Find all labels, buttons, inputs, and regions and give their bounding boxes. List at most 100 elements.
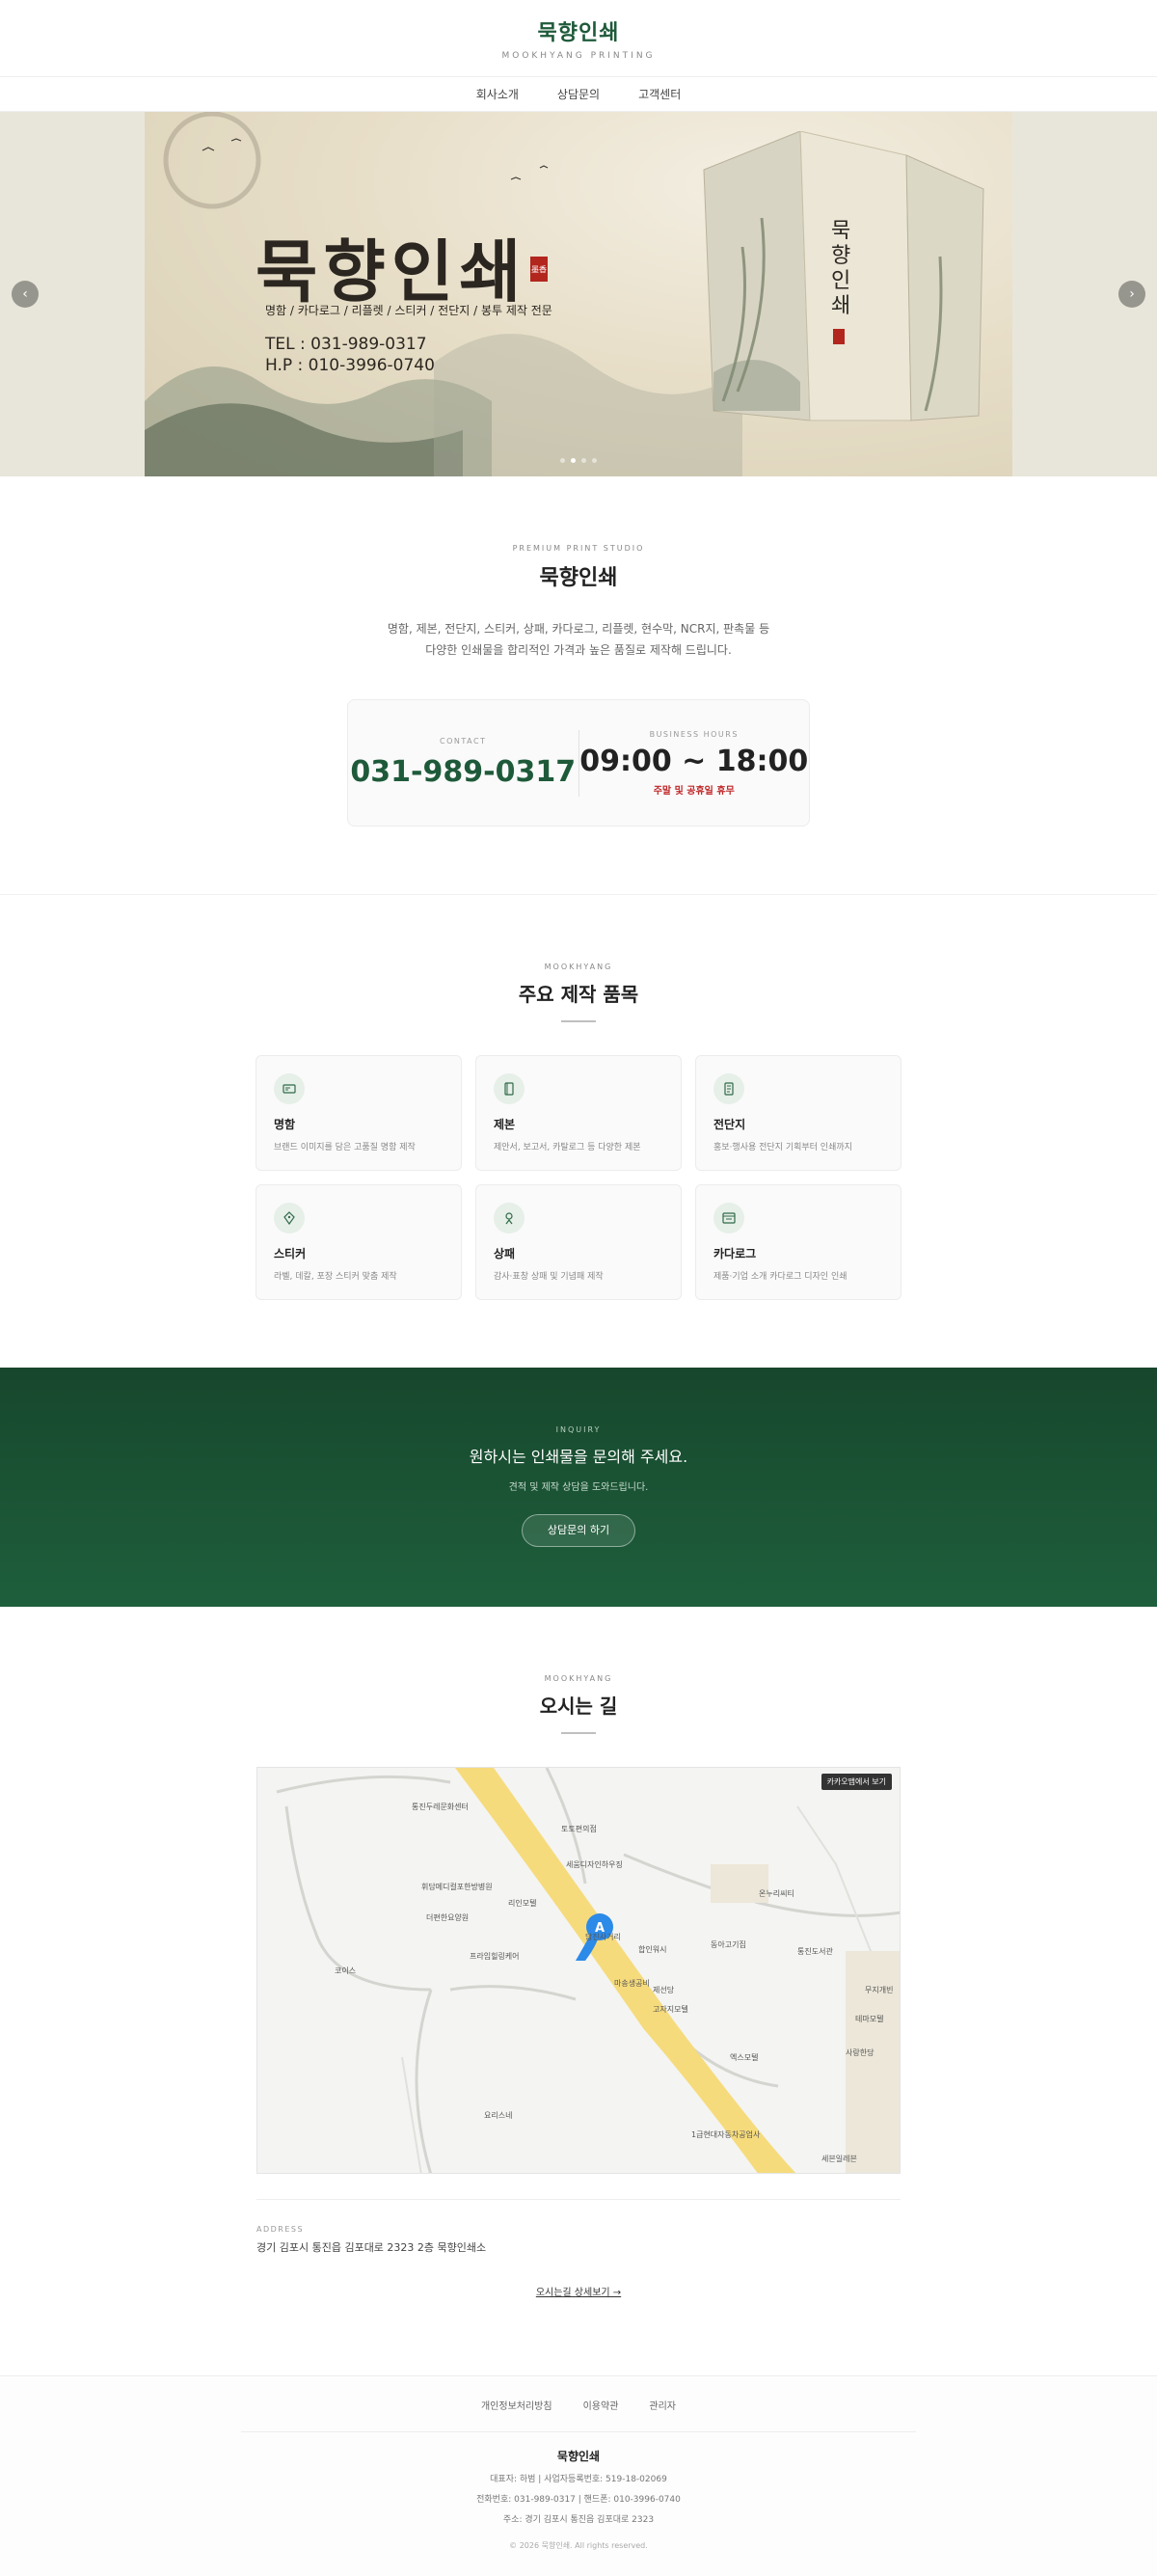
card-name: 상패 (494, 1247, 516, 1261)
product-card-sticker[interactable]: 스티커 라벨, 데칼, 포장 스티커 맞춤 제작 (256, 1184, 462, 1300)
slide-dot[interactable] (581, 458, 586, 463)
address-label: ADDRESS (256, 2225, 305, 2234)
brochure-title: 묵향인쇄 (831, 219, 850, 318)
hero-phone: TEL : 031-989-0317 H.P : 010-3996-0740 (265, 334, 435, 376)
book-icon (494, 1073, 525, 1104)
product-card-plaque[interactable]: 상패 감사·표창 상패 및 기념패 제작 (475, 1184, 682, 1300)
card-name: 명함 (274, 1118, 296, 1131)
footer-link-terms[interactable]: 이용약관 (583, 2398, 619, 2412)
product-card-namecard[interactable]: 명함 브랜드 이미지를 담은 고품질 명함 제작 (256, 1055, 462, 1171)
map-place-label: 온누리씨티 (759, 1889, 794, 1898)
map-place-label: 리인모텔 (508, 1899, 537, 1908)
map-place-label: 더편한요양원 (426, 1913, 470, 1922)
address-block: ADDRESS 경기 김포시 통진읍 김포대로 2323 2층 묵향인쇄소 (256, 2199, 901, 2255)
footer-contact-info: 전화번호: 031-989-0317 | 핸드폰: 010-3996-0740 (476, 2495, 681, 2505)
footer-link-privacy[interactable]: 개인정보처리방침 (481, 2398, 552, 2412)
award-icon (494, 1203, 525, 1234)
map-place-label: 세븐일레븐 (821, 2155, 857, 2163)
directions-detail-link[interactable]: 오시는길 상세보기 → (0, 2284, 1157, 2298)
inquiry-banner: INQUIRY 원하시는 인쇄물을 문의해 주세요. 견적 및 제작 상담을 도… (0, 1368, 1157, 1607)
product-grid: 명함 브랜드 이미지를 담은 고품질 명함 제작 제본 제안서, 보고서, 카탈… (256, 1055, 901, 1300)
hero-slider: 묵향인쇄 墨香 명함 / 카다로그 / 리플렛 / 스티커 / 전단지 / 봉투… (0, 112, 1157, 476)
title-divider (561, 1020, 596, 1022)
map-embed[interactable]: A 통진두레문화센터 토토편의점 세움디자인하우징 휘담메디컬포한방병원 리인모텔 더편한… (256, 1767, 901, 2174)
prev-slide-button[interactable]: ‹ (12, 281, 39, 308)
product-card-flyer[interactable]: 전단지 홍보·행사용 전단지 기획부터 인쇄까지 (695, 1055, 901, 1171)
intro-title: 묵향인쇄 (539, 566, 618, 590)
card-desc: 홍보·행사용 전단지 기획부터 인쇄까지 (713, 1143, 852, 1152)
tag-icon (274, 1203, 305, 1234)
card-desc: 감사·표창 상패 및 기념패 제작 (494, 1272, 604, 1282)
logo-subtitle: MOOKHYANG PRINTING (501, 51, 656, 61)
intro-text: 명함, 제본, 전단지, 스티커, 상패, 카다로그, 리플렛, 현수막, NC… (0, 618, 1157, 661)
business-hours-block: BUSINESS HOURS 09:00 ~ 18:00 주말 및 공휴일 휴무 (578, 729, 810, 797)
card-desc: 라벨, 데칼, 포장 스티커 맞춤 제작 (274, 1272, 397, 1282)
map-place-label: 세움디자인하우징 (566, 1860, 623, 1869)
map-place-label: 통진도서관 (797, 1947, 833, 1956)
address-text: 경기 김포시 통진읍 김포대로 2323 2층 묵향인쇄소 (256, 2241, 487, 2254)
catalog-icon (713, 1203, 744, 1234)
slide-dot[interactable] (560, 458, 565, 463)
location-eyebrow: MOOKHYANG (544, 1674, 613, 1683)
logo-title[interactable]: 묵향인쇄 (538, 15, 620, 46)
map-place-label: 엑스모텔 (730, 2053, 759, 2062)
slide-dot[interactable] (592, 458, 597, 463)
slide-dots (0, 458, 1157, 463)
card-name: 스티커 (274, 1247, 307, 1261)
contact-phone-block: CONTACT 031-989-0317 (348, 737, 578, 789)
hours-label: BUSINESS HOURS (649, 729, 739, 739)
main-nav: 회사소개 상담문의 고객센터 (0, 77, 1157, 112)
next-slide-button[interactable]: › (1118, 281, 1145, 308)
card-desc: 제품·기업 소개 카다로그 디자인 인쇄 (713, 1272, 848, 1282)
hero-hp: H.P : 010-3996-0740 (265, 356, 435, 375)
map-place-label: 요리스네 (484, 2111, 513, 2120)
location-title: 오시는 길 (539, 1695, 618, 1718)
brochure-illustration: 묵향인쇄 (703, 131, 984, 421)
footer-business-info: 대표자: 하범 | 사업자등록번호: 519-18-02069 (490, 2475, 667, 2484)
card-desc: 브랜드 이미지를 담은 고품질 명함 제작 (274, 1143, 416, 1152)
intro-text-line: 다양한 인쇄물을 합리적인 가격과 높은 품질로 제작해 드립니다. (425, 643, 732, 657)
product-card-binding[interactable]: 제본 제안서, 보고서, 카탈로그 등 다양한 제본 (475, 1055, 682, 1171)
nav-item-support[interactable]: 고객센터 (638, 86, 681, 102)
card-name: 카다로그 (713, 1247, 757, 1261)
intro-text-line: 명함, 제본, 전단지, 스티커, 상패, 카다로그, 리플렛, 현수막, NC… (387, 622, 770, 636)
inquiry-button[interactable]: 상담문의 하기 (522, 1514, 635, 1547)
map-place-label: 사랑한당 (846, 2048, 874, 2057)
map-place-label: 통진두레문화센터 (412, 1803, 469, 1811)
contact-phone[interactable]: 031-989-0317 (348, 755, 578, 789)
map-place-label: 합인워시 (638, 1945, 667, 1954)
map-place-label: 1급현대자동차공업사 (691, 2130, 761, 2139)
location-section: MOOKHYANG 오시는 길 A 통진두레문화센터 토토편의점 세움디자인하우징 휘… (0, 1607, 1157, 2337)
nav-item-inquiry[interactable]: 상담문의 (557, 86, 600, 102)
map-place-label: 담진사거리 (585, 1933, 621, 1941)
inquiry-title: 원하시는 인쇄물을 문의해 주세요. (469, 1448, 688, 1466)
hours-value: 09:00 ~ 18:00 (579, 744, 809, 778)
map-place-label: 마송생공비 (614, 1979, 650, 1988)
map-place-label: 무지개빈 (865, 1986, 894, 1994)
map-place-label: 코이스 (335, 1966, 357, 1975)
map-place-label: 프라임힐링케어 (470, 1952, 520, 1961)
title-divider (561, 1732, 596, 1734)
document-icon (713, 1073, 744, 1104)
hero-description: 명함 / 카다로그 / 리플렛 / 스티커 / 전단지 / 봉투 제작 전문 (265, 304, 552, 317)
hero-banner-image: 묵향인쇄 墨香 명함 / 카다로그 / 리플렛 / 스티커 / 전단지 / 봉투… (145, 112, 1012, 476)
footer-link-admin[interactable]: 관리자 (649, 2398, 676, 2412)
open-kakaomap-button[interactable]: 카카오맵에서 보기 (821, 1774, 892, 1790)
site-header: 묵향인쇄 MOOKHYANG PRINTING (0, 0, 1157, 77)
product-card-catalog[interactable]: 카다로그 제품·기업 소개 카다로그 디자인 인쇄 (695, 1184, 901, 1300)
products-title: 주요 제작 품목 (518, 983, 639, 1006)
hero-tel: TEL : 031-989-0317 (265, 335, 427, 354)
footer-company-name: 묵향인쇄 (556, 2450, 601, 2463)
card-name: 제본 (494, 1118, 516, 1131)
card-icon (274, 1073, 305, 1104)
inquiry-subtitle: 견적 및 제작 상담을 도와드립니다. (508, 1482, 649, 1493)
inquiry-eyebrow: INQUIRY (555, 1425, 602, 1434)
intro-eyebrow: PREMIUM PRINT STUDIO (512, 544, 645, 553)
intro-section: PREMIUM PRINT STUDIO 묵향인쇄 명함, 제본, 전단지, 스… (0, 476, 1157, 895)
hours-note: 주말 및 공휴일 휴무 (653, 785, 735, 797)
nav-item-about[interactable]: 회사소개 (476, 86, 519, 102)
slide-dot[interactable] (571, 458, 576, 463)
map-place-label: 고자지모텔 (653, 2005, 688, 2014)
footer-links: 개인정보처리방침 이용약관 관리자 (241, 2398, 916, 2432)
map-place-label: 제선당 (653, 1986, 675, 1994)
